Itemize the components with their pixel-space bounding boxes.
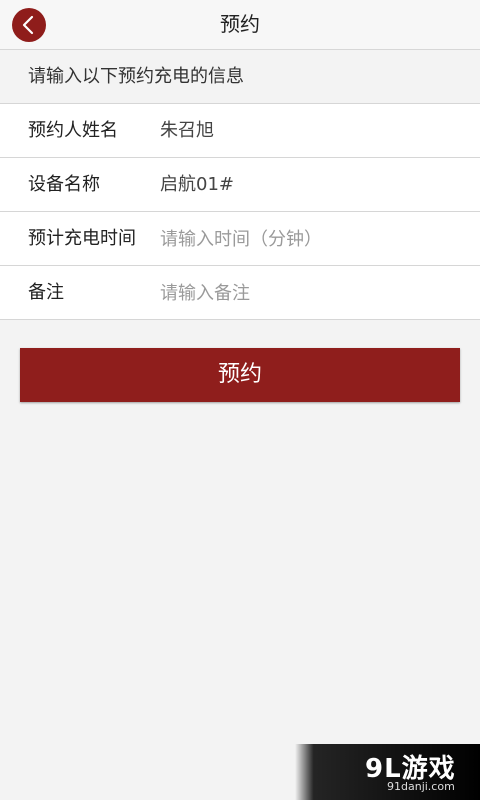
reserve-button[interactable]: 预约 xyxy=(20,348,460,402)
device-value: 启航01# xyxy=(160,174,234,195)
remark-label: 备注 xyxy=(28,282,64,303)
form-row-remark: 备注 xyxy=(0,266,480,320)
form-row-device: 设备名称 启航01# xyxy=(0,158,480,212)
reservation-form: 预约人姓名 朱召旭 设备名称 启航01# 预计充电时间 备注 xyxy=(0,104,480,320)
watermark-url: 91danji.com xyxy=(387,780,455,793)
page-title: 预约 xyxy=(220,12,260,36)
form-row-name: 预约人姓名 朱召旭 xyxy=(0,104,480,158)
remark-input[interactable] xyxy=(160,278,460,308)
form-row-charge-time: 预计充电时间 xyxy=(0,212,480,266)
form-section-title: 请输入以下预约充电的信息 xyxy=(0,50,480,104)
charge-time-input[interactable] xyxy=(160,224,460,254)
device-label: 设备名称 xyxy=(28,174,100,195)
name-label: 预约人姓名 xyxy=(28,120,118,141)
app-header: 预约 xyxy=(0,0,480,50)
name-value: 朱召旭 xyxy=(160,120,214,141)
charge-time-label: 预计充电时间 xyxy=(28,228,136,249)
watermark: 9L游戏 91danji.com xyxy=(295,744,480,800)
